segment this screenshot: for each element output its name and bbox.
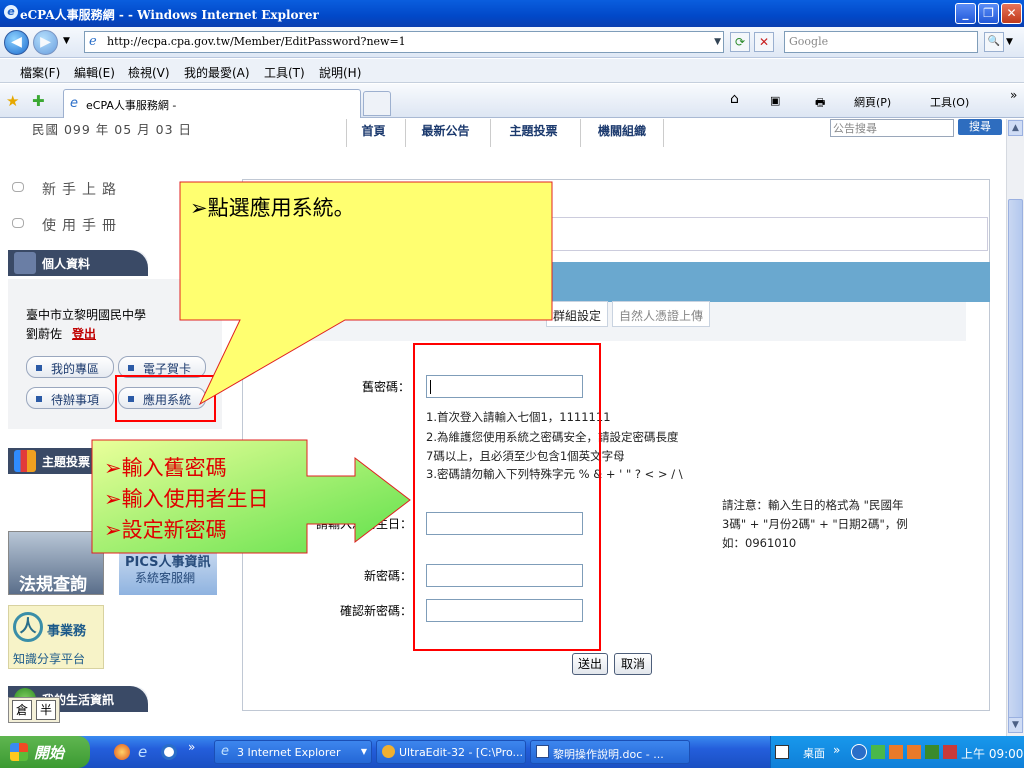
system-tray: 桌面 » 上午 09:00 <box>770 736 1024 768</box>
taskbar: 開始 e » e 3 Internet Explorer ▼ UltraEdit… <box>0 736 1024 768</box>
quicklaunch-more-icon[interactable]: » <box>188 740 195 754</box>
tray-app-icon[interactable] <box>775 745 789 759</box>
callout-overlay <box>91 181 553 554</box>
quicklaunch-media-icon[interactable] <box>114 744 130 760</box>
tray-network-icon[interactable] <box>925 745 939 759</box>
word-doc-icon <box>536 745 549 758</box>
tray-expand-icon[interactable] <box>851 744 867 760</box>
ultraedit-icon <box>382 745 395 758</box>
quicklaunch-ie-icon[interactable]: e <box>138 743 147 761</box>
task-internet-explorer[interactable]: e 3 Internet Explorer ▼ <box>214 740 372 764</box>
ie-task-icon: e <box>221 744 229 759</box>
tray-ime2-icon[interactable] <box>907 745 921 759</box>
tray-more-icon[interactable]: » <box>833 743 840 757</box>
start-button[interactable]: 開始 <box>0 736 90 768</box>
task-group-dropdown-icon: ▼ <box>360 747 367 756</box>
clock[interactable]: 上午 09:00 <box>961 745 1023 762</box>
scroll-down-icon[interactable]: ▼ <box>1008 717 1023 733</box>
bottom-callout-line-3: ➢設定新密碼 <box>104 518 227 542</box>
task-ultraedit[interactable]: UltraEdit-32 - [C:\Pro... <box>376 740 526 764</box>
task-word-document[interactable]: 黎明操作說明.doc - ... <box>530 740 690 764</box>
quicklaunch-app-icon[interactable] <box>161 744 177 760</box>
vertical-scrollbar[interactable]: ▲ ▼ <box>1006 119 1024 736</box>
tray-alert-icon[interactable] <box>943 745 957 759</box>
bottom-callout-line-2: ➢輸入使用者生日 <box>104 487 269 511</box>
bottom-callout-line-1: ➢輸入舊密碼 <box>104 456 227 480</box>
tray-ime-icon[interactable] <box>889 745 903 759</box>
windows-logo-icon <box>10 743 28 761</box>
scroll-up-icon[interactable]: ▲ <box>1008 120 1023 136</box>
scroll-thumb[interactable] <box>1008 199 1023 719</box>
top-callout-text: ➢點選應用系統。 <box>190 196 355 220</box>
desktop-toolbar-label[interactable]: 桌面 <box>803 745 825 761</box>
tray-security-icon[interactable] <box>871 745 885 759</box>
